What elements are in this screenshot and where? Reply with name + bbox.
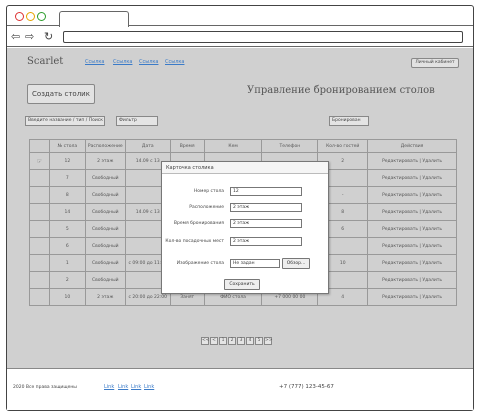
- table-number-field[interactable]: 12: [230, 187, 302, 196]
- reload-icon[interactable]: ↻: [44, 30, 53, 43]
- page-button[interactable]: <<: [201, 337, 210, 345]
- footer-link-4[interactable]: Link: [144, 384, 154, 390]
- column-header: Действия: [367, 139, 457, 153]
- row-cursor-icon: ☞: [29, 152, 50, 170]
- table-image-field[interactable]: Не задан: [230, 259, 280, 268]
- booking-time-label: Время бронирования: [173, 221, 224, 226]
- close-window-button[interactable]: [15, 12, 24, 21]
- row-cursor-icon: [29, 203, 50, 221]
- seats-field[interactable]: 2 этаж: [230, 237, 302, 246]
- browser-tab[interactable]: [59, 11, 129, 27]
- footer-phone: +7 (777) 123-45-67: [279, 384, 334, 390]
- location-field[interactable]: 2 этаж: [230, 203, 302, 212]
- page-button[interactable]: 5: [255, 337, 263, 345]
- page-button[interactable]: 4: [246, 337, 254, 345]
- column-header: № стола: [48, 139, 86, 153]
- table-number-label: Номер стола: [193, 189, 224, 194]
- browser-nav-bar: ⇦ ⇨ ↻: [7, 27, 473, 47]
- table-cell: Свободный: [84, 271, 126, 289]
- table-cell: 1: [48, 254, 86, 272]
- column-header: Расположение: [84, 139, 126, 153]
- pagination: << <1 2 3 4 5 >>: [201, 337, 273, 345]
- row-actions[interactable]: Редактировать | Удалить: [367, 152, 457, 170]
- table-cell: 7: [48, 169, 86, 187]
- table-header-row: № стола Расположение Дата Время Кем Телефон Ко…: [29, 139, 457, 153]
- row-actions[interactable]: Редактировать | Удалить: [367, 271, 457, 289]
- row-cursor-icon: [29, 186, 50, 204]
- site-logo[interactable]: Scarlet: [27, 56, 63, 67]
- save-button[interactable]: Сохранить: [224, 279, 260, 290]
- footer-link-2[interactable]: Link: [118, 384, 128, 390]
- menu-link-3[interactable]: Cсылка: [139, 59, 158, 65]
- page-button[interactable]: >>: [264, 337, 273, 345]
- title-bar: [7, 6, 473, 27]
- personal-account-button[interactable]: Личный кабинет: [411, 58, 459, 68]
- column-header: Дата: [124, 139, 171, 153]
- forward-arrow-icon[interactable]: ⇨: [25, 30, 34, 43]
- column-header: Время: [169, 139, 205, 153]
- row-cursor-icon: [29, 271, 50, 289]
- copyright-text: 2020 Все права защищены: [13, 385, 77, 390]
- create-table-button[interactable]: Создать столик: [27, 84, 95, 104]
- table-card-modal: Карточка столика Номер стола 12 Располож…: [161, 161, 329, 294]
- row-actions[interactable]: Редактировать | Удалить: [367, 288, 457, 306]
- column-header: [29, 139, 50, 153]
- table-cell: 6: [48, 237, 86, 255]
- row-actions[interactable]: Редактировать | Удалить: [367, 186, 457, 204]
- row-actions[interactable]: Редактировать | Удалить: [367, 220, 457, 238]
- table-cell: 2 этаж: [84, 288, 126, 306]
- footer: 2020 Все права защищены Link Link Link L…: [7, 368, 473, 410]
- row-cursor-icon: [29, 288, 50, 306]
- page-button[interactable]: 2: [228, 337, 236, 345]
- page-viewport: Scarlet Cсылка Cсылка Cсылка Cсылка Личн…: [7, 48, 473, 368]
- footer-link-1[interactable]: Link: [104, 384, 114, 390]
- row-cursor-icon: [29, 237, 50, 255]
- page-title: Управление бронированием столов: [247, 85, 435, 96]
- table-cell: 5: [48, 220, 86, 238]
- table-cell: Свободный: [84, 254, 126, 272]
- booking-time-field[interactable]: 2 этаж: [230, 219, 302, 228]
- column-header: Кол-во гостей: [317, 139, 369, 153]
- row-actions[interactable]: Редактировать | Удалить: [367, 169, 457, 187]
- footer-link-3[interactable]: Link: [131, 384, 141, 390]
- browser-window: ⇦ ⇨ ↻ Scarlet Cсылка Cсылка Cсылка Cсылк…: [6, 5, 474, 411]
- modal-title: Карточка столика: [162, 162, 328, 174]
- menu-link-1[interactable]: Cсылка: [85, 59, 104, 65]
- table-cell: Свободный: [84, 237, 126, 255]
- table-cell: 2 этаж: [84, 152, 126, 170]
- row-actions[interactable]: Редактировать | Удалить: [367, 237, 457, 255]
- row-cursor-icon: [29, 169, 50, 187]
- location-label: Расположение: [189, 205, 224, 210]
- table-cell: 8: [48, 186, 86, 204]
- browse-file-button[interactable]: Обзор...: [282, 258, 310, 269]
- menu-link-2[interactable]: Cсылка: [113, 59, 132, 65]
- column-header: Кем: [203, 139, 263, 153]
- table-cell: 14: [48, 203, 86, 221]
- table-image-label: Изображение стола: [176, 261, 224, 266]
- table-cell: 12: [48, 152, 86, 170]
- table-cell: 10: [48, 288, 86, 306]
- filter-select[interactable]: Фильтр: [116, 116, 158, 126]
- search-input[interactable]: Введите название / тип / Поиск: [25, 116, 105, 126]
- page-button[interactable]: <: [210, 337, 218, 345]
- url-bar[interactable]: [63, 31, 463, 43]
- seats-label: Кол-во посадочных мест: [165, 239, 224, 244]
- row-cursor-icon: [29, 220, 50, 238]
- table-cell: Свободный: [84, 220, 126, 238]
- maximize-window-button[interactable]: [37, 12, 46, 21]
- row-actions[interactable]: Редактировать | Удалить: [367, 254, 457, 272]
- table-cell: Свободный: [84, 186, 126, 204]
- table-cell: Свободный: [84, 169, 126, 187]
- row-actions[interactable]: Редактировать | Удалить: [367, 203, 457, 221]
- minimize-window-button[interactable]: [26, 12, 35, 21]
- row-cursor-icon: [29, 254, 50, 272]
- column-header: Телефон: [261, 139, 319, 153]
- back-arrow-icon[interactable]: ⇦: [11, 30, 20, 43]
- page-button[interactable]: 3: [237, 337, 245, 345]
- page-button[interactable]: 1: [219, 337, 227, 345]
- table-cell: Свободный: [84, 203, 126, 221]
- status-select[interactable]: Бронирован: [329, 116, 369, 126]
- menu-link-4[interactable]: Cсылка: [165, 59, 184, 65]
- table-cell: 2: [48, 271, 86, 289]
